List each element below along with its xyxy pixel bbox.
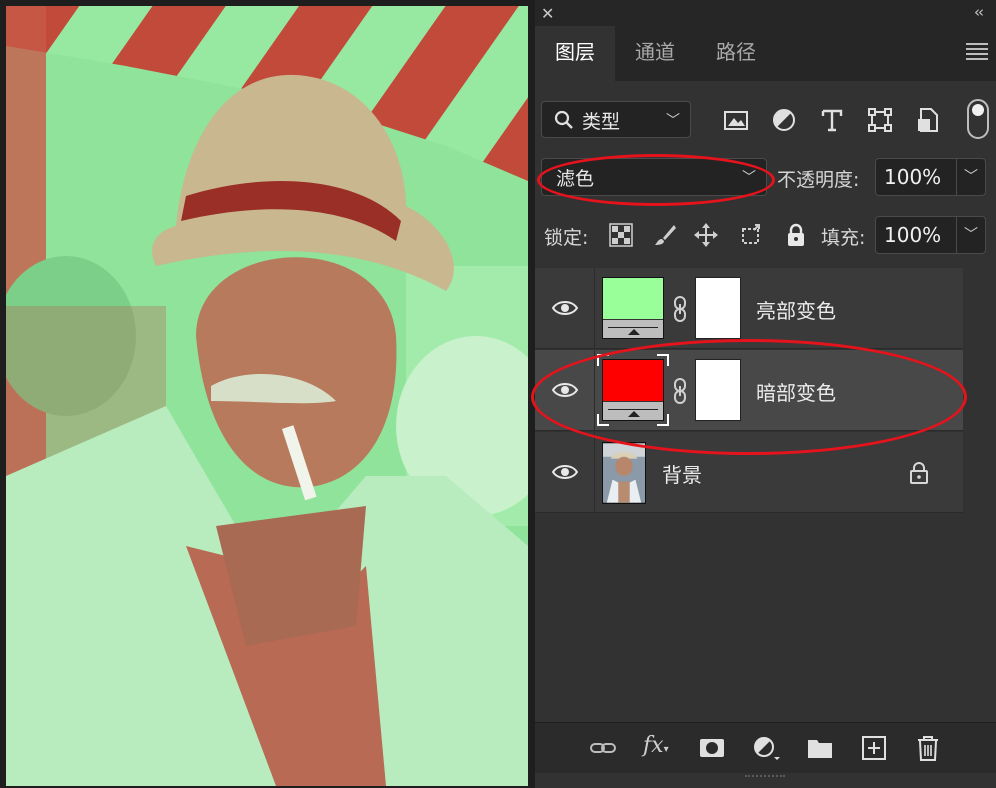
visibility-column	[535, 268, 595, 348]
layer-thumbnail	[602, 359, 664, 421]
layer-name: 背景	[662, 463, 702, 487]
lock-transparent-pixels-icon[interactable]	[608, 222, 634, 248]
layers-scrollbar[interactable]	[963, 268, 996, 722]
fx-icon[interactable]: fx▾	[643, 733, 671, 759]
document-canvas[interactable]	[6, 6, 528, 786]
lock-artboard-icon[interactable]	[738, 222, 764, 248]
filter-shape-icon[interactable]	[865, 105, 895, 135]
layer-row-highlights[interactable]: 亮部变色	[535, 268, 963, 349]
tab-channels[interactable]: 通道	[615, 26, 695, 81]
filter-pixel-icon[interactable]	[721, 105, 751, 135]
chain-link-icon[interactable]	[672, 295, 688, 323]
eye-icon[interactable]	[551, 463, 579, 481]
delete-icon[interactable]	[914, 735, 942, 761]
layer-row-background[interactable]: 背景	[535, 432, 963, 513]
close-icon[interactable]: ✕	[541, 4, 554, 23]
filter-kind-dropdown[interactable]: 类型 ﹀	[541, 101, 691, 138]
layer-row-shadows[interactable]: 暗部变色	[535, 350, 963, 431]
layer-mask-thumbnail[interactable]	[695, 277, 741, 339]
opacity-input[interactable]: 100%	[875, 158, 957, 196]
opacity-label: 不透明度:	[777, 169, 860, 191]
layers-bottom-toolbar: fx▾	[535, 722, 996, 773]
new-layer-icon[interactable]	[860, 735, 888, 761]
panel-tabs: 图层 通道 路径	[535, 26, 996, 81]
lock-position-move-icon[interactable]	[693, 222, 719, 248]
filter-smartobject-icon[interactable]	[913, 105, 943, 135]
chain-link-icon[interactable]	[672, 377, 688, 405]
lock-icon[interactable]	[909, 462, 929, 484]
blend-mode-dropdown[interactable]: 滤色 ﹀	[541, 158, 767, 196]
filter-toggle-switch[interactable]	[967, 99, 989, 139]
eye-icon[interactable]	[551, 381, 579, 399]
link-icon[interactable]	[589, 735, 617, 761]
eye-icon[interactable]	[551, 299, 579, 317]
lock-all-icon[interactable]	[783, 222, 809, 248]
resize-grip[interactable]	[745, 775, 785, 785]
blend-mode-value: 滤色	[556, 168, 595, 190]
tab-paths[interactable]: 路径	[695, 26, 777, 81]
group-folder-icon[interactable]	[806, 735, 834, 761]
tab-layers[interactable]: 图层	[535, 26, 615, 81]
layer-thumbnail	[602, 277, 664, 339]
fill-label: 填充:	[821, 227, 866, 249]
chevron-down-icon: ﹀	[742, 170, 756, 186]
filter-adjustment-icon[interactable]	[769, 105, 799, 135]
layer-mask-thumbnail[interactable]	[695, 359, 741, 421]
panel-titlebar: ✕ ‹‹	[535, 0, 996, 26]
fx-label: fx	[643, 733, 664, 758]
visibility-column	[535, 350, 595, 430]
layer-name: 暗部变色	[756, 381, 836, 405]
search-icon	[554, 110, 573, 129]
lock-image-pixels-brush-icon[interactable]	[652, 222, 678, 248]
photo-image	[6, 6, 528, 786]
visibility-column	[535, 432, 595, 512]
fill-chevron-icon[interactable]: ﹀	[956, 216, 986, 254]
layer-name: 亮部变色	[756, 299, 836, 323]
layers-panel: ✕ ‹‹ 图层 通道 路径 类型 ﹀ 滤色 ﹀ 不透明度: 100% ﹀ 锁定:…	[531, 0, 996, 788]
fill-input[interactable]: 100%	[875, 216, 957, 254]
adjustment-layer-icon[interactable]	[752, 735, 780, 761]
filter-kind-label: 类型	[582, 111, 621, 133]
lock-label: 锁定:	[544, 227, 589, 249]
opacity-chevron-icon[interactable]: ﹀	[956, 158, 986, 196]
add-mask-icon[interactable]	[698, 735, 726, 761]
collapse-icon[interactable]: ‹‹	[974, 3, 984, 21]
panel-menu-icon[interactable]	[966, 43, 988, 60]
chevron-down-icon: ﹀	[666, 112, 680, 129]
filter-type-icon[interactable]	[817, 105, 847, 135]
layer-thumbnail-photo	[602, 442, 646, 504]
